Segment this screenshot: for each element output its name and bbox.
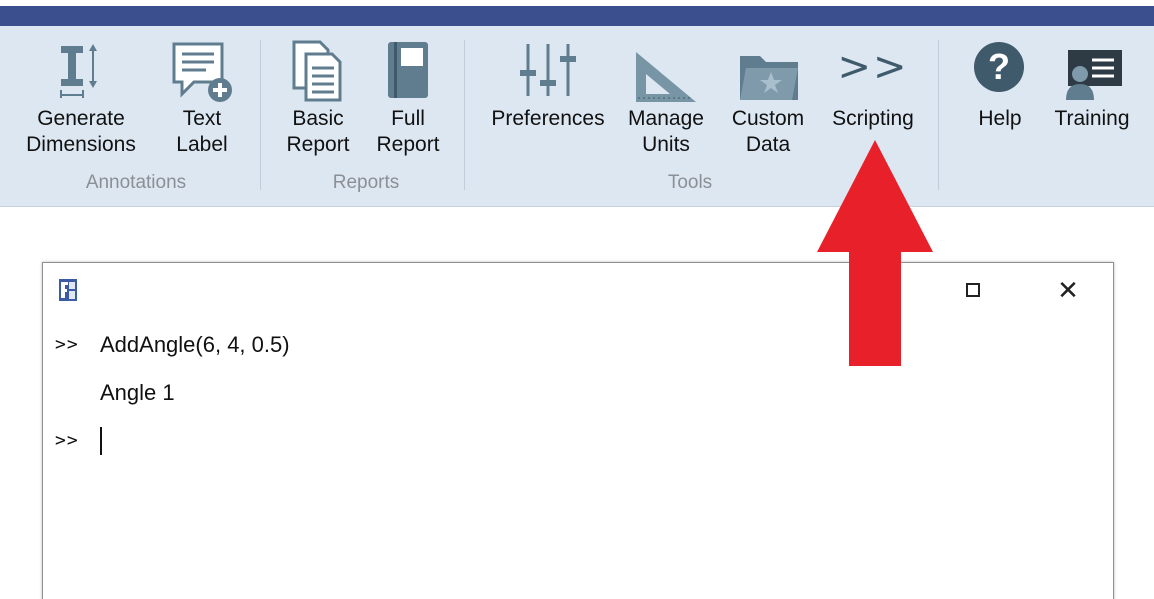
maximize-button[interactable] <box>961 277 987 303</box>
application-window: Generate Dimensions Text Label Basic Rep… <box>0 0 1154 599</box>
custom-data-button[interactable]: Custom Data <box>720 36 816 168</box>
full-report-label: Full Report <box>376 107 440 156</box>
script-console-window: ✕ >> AddAngle(6, 4, 0.5) Angle 1 >> <box>42 262 1114 599</box>
close-button[interactable]: ✕ <box>1053 275 1083 305</box>
group-label-reports: Reports <box>332 172 400 193</box>
maximize-icon <box>966 283 980 297</box>
group-label-tools: Tools <box>667 172 713 193</box>
console-command: AddAngle(6, 4, 0.5) <box>100 332 290 357</box>
red-arrow-icon <box>817 140 933 366</box>
basic-report-icon <box>292 40 342 102</box>
custom-data-label: Custom Data <box>731 107 805 156</box>
ribbon-separator <box>938 40 939 190</box>
group-label-annotations: Annotations <box>85 172 187 193</box>
console-prompt: >> <box>55 430 79 451</box>
book-icon <box>388 42 428 98</box>
close-icon: ✕ <box>1057 275 1079 305</box>
text-label-button[interactable]: Text Label <box>160 36 244 168</box>
triangle-ruler-icon <box>636 52 696 102</box>
manage-units-button[interactable]: Manage Units <box>616 36 716 168</box>
training-label: Training <box>1054 107 1130 130</box>
preferences-button[interactable]: Preferences <box>484 36 612 168</box>
console-result: Angle 1 <box>100 380 175 405</box>
sliders-icon <box>520 44 576 96</box>
console-line: Angle 1 <box>55 373 1101 421</box>
generate-dimensions-label: Generate Dimensions <box>26 107 136 156</box>
ribbon-separator <box>260 40 261 190</box>
presentation-board-icon <box>1066 50 1122 100</box>
scripting-icon: >> <box>837 44 909 90</box>
console-line: >> <box>55 421 1101 469</box>
ribbon-separator <box>464 40 465 190</box>
full-report-button[interactable]: Full Report <box>366 36 450 168</box>
folder-star-icon <box>740 56 798 100</box>
app-logo-icon <box>59 279 77 301</box>
generate-dimensions-button[interactable]: Generate Dimensions <box>24 36 138 168</box>
basic-report-label: Basic Report <box>286 107 350 156</box>
help-label: Help <box>978 107 1022 130</box>
help-button[interactable]: ? Help <box>962 36 1038 168</box>
console-line: >> AddAngle(6, 4, 0.5) <box>55 325 1101 373</box>
text-label-icon <box>172 42 232 102</box>
dimension-icon <box>60 44 97 98</box>
preferences-label: Preferences <box>491 107 605 130</box>
scripting-label: Scripting <box>832 107 914 130</box>
console-prompt: >> <box>55 334 79 355</box>
text-caret <box>100 427 102 455</box>
help-icon: ? <box>974 42 1024 92</box>
title-bar-accent <box>0 6 1154 26</box>
manage-units-label: Manage Units <box>628 107 704 156</box>
text-label-label: Text Label <box>176 107 228 156</box>
question-mark-glyph: ? <box>988 46 1010 87</box>
console-output[interactable]: >> AddAngle(6, 4, 0.5) Angle 1 >> <box>55 325 1101 469</box>
ribbon-toolbar: Generate Dimensions Text Label Basic Rep… <box>0 26 1154 207</box>
training-button[interactable]: Training <box>1044 36 1140 168</box>
basic-report-button[interactable]: Basic Report <box>276 36 360 168</box>
title-bar <box>0 0 1154 26</box>
